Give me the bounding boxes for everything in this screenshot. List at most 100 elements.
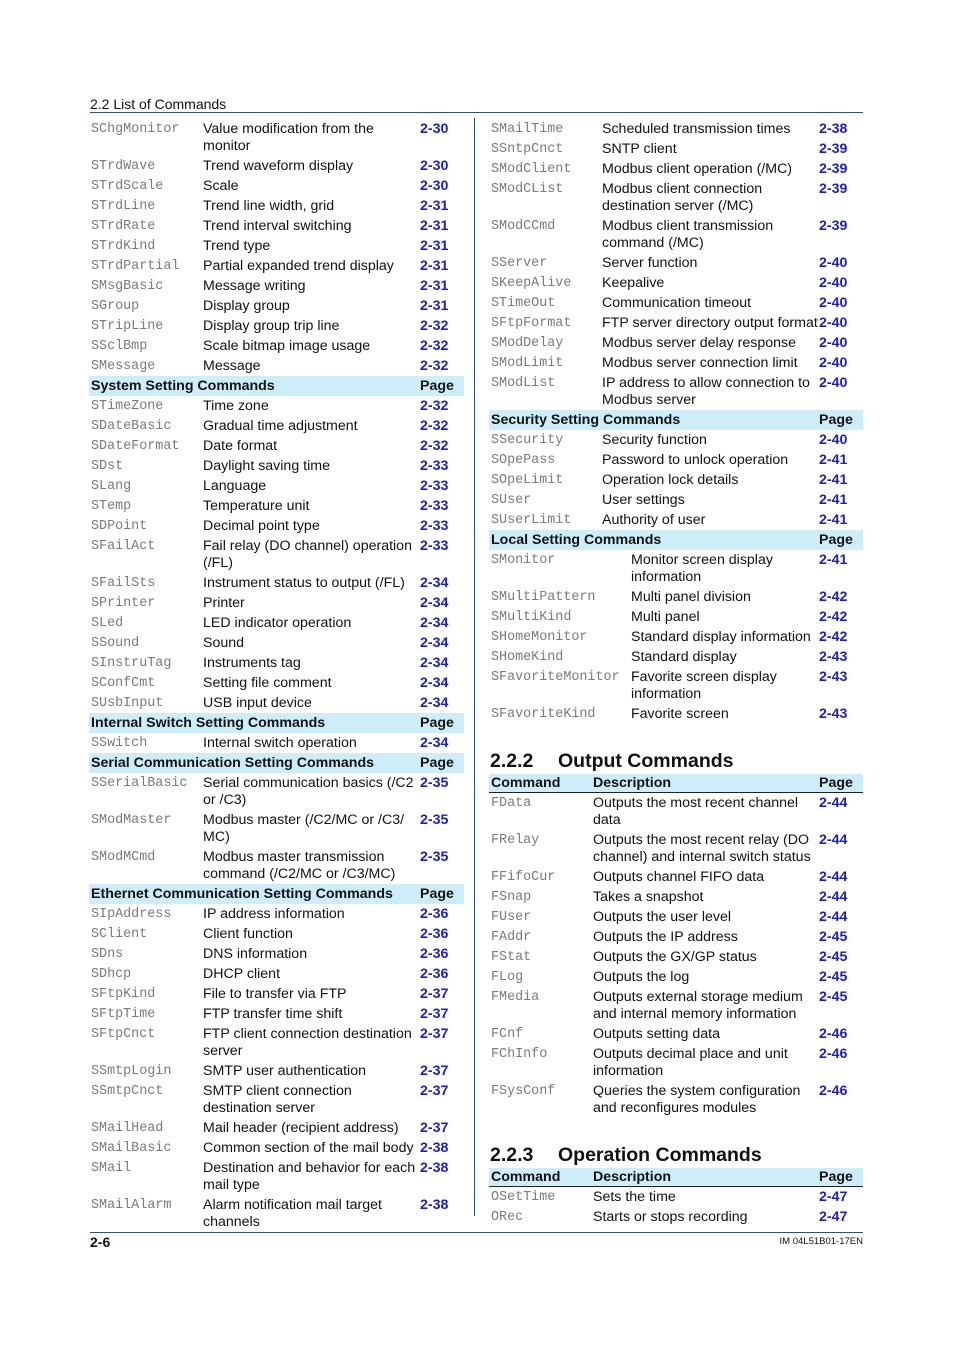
table-row: SSwitch Internal switch operation 2-34 xyxy=(89,733,464,753)
page-link[interactable]: 2-40 xyxy=(819,315,863,332)
page-link[interactable]: 2-34 xyxy=(420,695,464,712)
command-description: Trend waveform display xyxy=(203,158,354,174)
page-link[interactable]: 2-45 xyxy=(819,929,863,946)
page-link[interactable]: 2-30 xyxy=(420,178,464,195)
page-link[interactable]: 2-40 xyxy=(819,375,863,392)
page-link[interactable]: 2-42 xyxy=(819,609,863,626)
page-link[interactable]: 2-34 xyxy=(420,615,464,632)
page-link[interactable]: 2-33 xyxy=(420,498,464,515)
page-link[interactable]: 2-40 xyxy=(819,295,863,312)
page-link[interactable]: 2-30 xyxy=(420,158,464,175)
table-row: SFavoriteKind Favorite screen 2-43 xyxy=(489,704,863,724)
page-link[interactable]: 2-33 xyxy=(420,478,464,495)
page-link[interactable]: 2-33 xyxy=(420,538,464,555)
page-link[interactable]: 2-36 xyxy=(420,966,464,983)
command-description: DNS information xyxy=(203,946,308,962)
table-row: SSerialBasic Serial communication basics … xyxy=(89,773,464,810)
page-link[interactable]: 2-36 xyxy=(420,926,464,943)
page-link[interactable]: 2-41 xyxy=(819,512,863,529)
page-link[interactable]: 2-31 xyxy=(420,298,464,315)
page-link[interactable]: 2-32 xyxy=(420,418,464,435)
page-link[interactable]: 2-40 xyxy=(819,275,863,292)
page-link[interactable]: 2-44 xyxy=(819,889,863,906)
page-link[interactable]: 2-44 xyxy=(819,795,863,812)
page-link[interactable]: 2-43 xyxy=(819,706,863,723)
page-link[interactable]: 2-44 xyxy=(819,869,863,886)
page-link[interactable]: 2-31 xyxy=(420,198,464,215)
command-description: Scale xyxy=(203,178,239,194)
page-link[interactable]: 2-35 xyxy=(420,849,464,866)
page-link[interactable]: 2-33 xyxy=(420,458,464,475)
page-link[interactable]: 2-34 xyxy=(420,675,464,692)
table-row: FSnap Takes a snapshot 2-44 xyxy=(489,887,863,907)
page-link[interactable]: 2-44 xyxy=(819,832,863,849)
page-link[interactable]: 2-31 xyxy=(420,258,464,275)
page-link[interactable]: 2-38 xyxy=(420,1197,464,1214)
page-link[interactable]: 2-45 xyxy=(819,969,863,986)
section-heading: 2.2.2 Output Commands xyxy=(489,750,863,772)
page-link[interactable]: 2-34 xyxy=(420,735,464,752)
table-row: STimeZone Time zone 2-32 xyxy=(89,396,464,416)
page-link[interactable]: 2-31 xyxy=(420,238,464,255)
page-link[interactable]: 2-47 xyxy=(819,1209,863,1226)
page-link[interactable]: 2-41 xyxy=(819,552,863,569)
page-link[interactable]: 2-43 xyxy=(819,649,863,666)
page-link[interactable]: 2-37 xyxy=(420,1006,464,1023)
page-link[interactable]: 2-32 xyxy=(420,338,464,355)
page-link[interactable]: 2-42 xyxy=(819,629,863,646)
page-link[interactable]: 2-39 xyxy=(819,141,863,158)
page-link[interactable]: 2-34 xyxy=(420,655,464,672)
page-link[interactable]: 2-37 xyxy=(420,1026,464,1043)
page-link[interactable]: 2-46 xyxy=(819,1083,863,1100)
table-row: STemp Temperature unit 2-33 xyxy=(89,496,464,516)
page-link[interactable]: 2-35 xyxy=(420,812,464,829)
page-link[interactable]: 2-46 xyxy=(819,1026,863,1043)
group-header: Internal Switch Setting Commands Page xyxy=(89,713,464,733)
command-description: Instruments tag xyxy=(203,655,301,671)
page-link[interactable]: 2-37 xyxy=(420,1063,464,1080)
page-link[interactable]: 2-35 xyxy=(420,775,464,792)
page-link[interactable]: 2-38 xyxy=(420,1140,464,1157)
page-link[interactable]: 2-46 xyxy=(819,1046,863,1063)
table-row: SFtpTime FTP transfer time shift 2-37 xyxy=(89,1004,464,1024)
command-name: SMailBasic xyxy=(91,1141,172,1156)
page-link[interactable]: 2-45 xyxy=(819,989,863,1006)
page-link[interactable]: 2-32 xyxy=(420,358,464,375)
page-link[interactable]: 2-36 xyxy=(420,906,464,923)
page-link[interactable]: 2-39 xyxy=(819,161,863,178)
page-link[interactable]: 2-44 xyxy=(819,909,863,926)
page-link[interactable]: 2-36 xyxy=(420,946,464,963)
page-link[interactable]: 2-40 xyxy=(819,355,863,372)
page-link[interactable]: 2-39 xyxy=(819,218,863,235)
page-link[interactable]: 2-38 xyxy=(819,121,863,138)
page-link[interactable]: 2-32 xyxy=(420,318,464,335)
page-link[interactable]: 2-32 xyxy=(420,438,464,455)
page-link[interactable]: 2-31 xyxy=(420,278,464,295)
page-link[interactable]: 2-40 xyxy=(819,432,863,449)
page-link[interactable]: 2-39 xyxy=(819,181,863,198)
group-header: Serial Communication Setting Commands Pag… xyxy=(89,753,464,773)
page-link[interactable]: 2-37 xyxy=(420,1120,464,1137)
page-link[interactable]: 2-37 xyxy=(420,1083,464,1100)
page-link[interactable]: 2-45 xyxy=(819,949,863,966)
page-link[interactable]: 2-34 xyxy=(420,635,464,652)
page-link[interactable]: 2-38 xyxy=(420,1160,464,1177)
page-link[interactable]: 2-31 xyxy=(420,218,464,235)
page-link[interactable]: 2-30 xyxy=(420,121,464,138)
page-link[interactable]: 2-34 xyxy=(420,575,464,592)
command-description: Communication timeout xyxy=(602,295,752,311)
page-link[interactable]: 2-41 xyxy=(819,452,863,469)
page-link[interactable]: 2-34 xyxy=(420,595,464,612)
page-link[interactable]: 2-41 xyxy=(819,472,863,489)
page-link[interactable]: 2-43 xyxy=(819,669,863,686)
page-link[interactable]: 2-40 xyxy=(819,255,863,272)
page-link[interactable]: 2-40 xyxy=(819,335,863,352)
page-link[interactable]: 2-37 xyxy=(420,986,464,1003)
page-link[interactable]: 2-41 xyxy=(819,492,863,509)
page-link[interactable]: 2-42 xyxy=(819,589,863,606)
page-link[interactable]: 2-32 xyxy=(420,398,464,415)
column-divider xyxy=(474,118,475,1216)
page-link[interactable]: 2-47 xyxy=(819,1189,863,1206)
page-link[interactable]: 2-33 xyxy=(420,518,464,535)
command-name: STemp xyxy=(91,499,132,514)
